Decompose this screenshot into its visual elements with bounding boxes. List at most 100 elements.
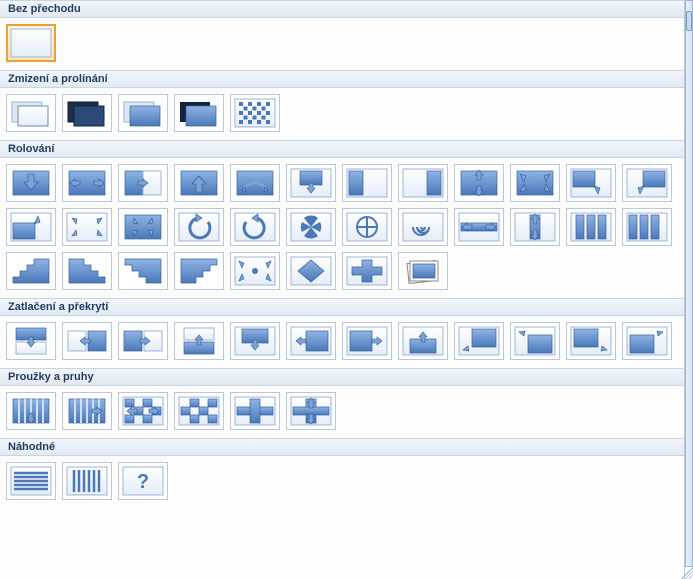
group-header-push: Zatlačení a překrytí	[0, 298, 684, 316]
fade-smooth-icon	[10, 98, 52, 128]
cover-right[interactable]	[342, 322, 392, 360]
cover-ld-icon	[458, 326, 500, 356]
cover-ru[interactable]	[622, 322, 672, 360]
newsflash[interactable]	[398, 252, 448, 290]
group-body-stripes	[0, 386, 684, 438]
bar-vert[interactable]	[510, 208, 560, 246]
group-body-fade	[0, 88, 684, 140]
cover-up[interactable]	[398, 322, 448, 360]
comb-h[interactable]	[118, 392, 168, 430]
wheel-cw[interactable]	[230, 164, 280, 202]
plus[interactable]	[342, 252, 392, 290]
corner-tl[interactable]	[566, 164, 616, 202]
arrows-ud-icon	[458, 168, 500, 198]
vblinds-2[interactable]	[622, 208, 672, 246]
stripes-down[interactable]	[6, 392, 56, 430]
stairs-2-icon	[66, 256, 108, 286]
expand-out-icon	[66, 212, 108, 242]
bar-vert-icon	[514, 212, 556, 242]
transition-gallery: Bez přechodu Zmizení a prolínání Rolování Z…	[0, 0, 685, 579]
group-body-random: ?	[0, 456, 684, 508]
wheel-cw-icon	[234, 168, 276, 198]
group-header-random: Náhodné	[0, 438, 684, 456]
random-bars-h[interactable]	[6, 462, 56, 500]
comb-v-icon	[178, 396, 220, 426]
rotate-left[interactable]	[174, 208, 224, 246]
vblinds-icon	[570, 212, 612, 242]
group-header-fade: Zmizení a prolínání	[0, 70, 684, 88]
rotate-right[interactable]	[230, 208, 280, 246]
svg-text:?: ?	[137, 471, 149, 493]
cut[interactable]	[118, 94, 168, 132]
expand-in[interactable]	[118, 208, 168, 246]
diamond[interactable]	[286, 252, 336, 290]
bar-horiz[interactable]	[454, 208, 504, 246]
slide-right[interactable]	[398, 164, 448, 202]
push-left[interactable]	[62, 322, 112, 360]
spiral[interactable]	[398, 208, 448, 246]
stairs-3[interactable]	[118, 252, 168, 290]
roll-right[interactable]	[118, 164, 168, 202]
box-down[interactable]	[286, 164, 336, 202]
resize-grip[interactable]	[681, 567, 693, 579]
roll-down[interactable]	[6, 164, 56, 202]
roll-lr[interactable]	[62, 164, 112, 202]
arrows-ud[interactable]	[454, 164, 504, 202]
push-down[interactable]	[6, 322, 56, 360]
roll-up[interactable]	[174, 164, 224, 202]
corner-bl[interactable]	[6, 208, 56, 246]
cross-h[interactable]	[230, 392, 280, 430]
corner-bl-icon	[10, 212, 52, 242]
roll-up-icon	[178, 168, 220, 198]
random-bars-v[interactable]	[62, 462, 112, 500]
pinwheel[interactable]	[286, 208, 336, 246]
expand-out[interactable]	[62, 208, 112, 246]
roll-down-icon	[10, 168, 52, 198]
cover-rd[interactable]	[566, 322, 616, 360]
cover-lu[interactable]	[510, 322, 560, 360]
cross-v[interactable]	[286, 392, 336, 430]
stripes-right[interactable]	[62, 392, 112, 430]
comb-v[interactable]	[174, 392, 224, 430]
dissolve[interactable]	[230, 94, 280, 132]
arrows-corners[interactable]	[230, 252, 280, 290]
cover-lu-icon	[514, 326, 556, 356]
group-body-roll	[0, 158, 684, 298]
slide-left[interactable]	[342, 164, 392, 202]
vblinds[interactable]	[566, 208, 616, 246]
dissolve-icon	[234, 98, 276, 128]
bar-horiz-icon	[458, 212, 500, 242]
transition-none[interactable]	[6, 24, 56, 62]
stripes-down-icon	[10, 396, 52, 426]
cut-icon	[122, 98, 164, 128]
diamond-icon	[290, 256, 332, 286]
arrows-diag[interactable]	[510, 164, 560, 202]
pinwheel-icon	[290, 212, 332, 242]
random[interactable]: ?	[118, 462, 168, 500]
rotate-right-icon	[234, 212, 276, 242]
stairs-2[interactable]	[62, 252, 112, 290]
fade-through-black[interactable]	[62, 94, 112, 132]
arrows-diag-icon	[514, 168, 556, 198]
cover-down-icon	[234, 326, 276, 356]
slide-left-icon	[346, 168, 388, 198]
cover-down[interactable]	[230, 322, 280, 360]
push-right[interactable]	[118, 322, 168, 360]
group-header-no_transition: Bez přechodu	[0, 0, 684, 18]
spiral-icon	[402, 212, 444, 242]
cover-left[interactable]	[286, 322, 336, 360]
cover-right-icon	[346, 326, 388, 356]
cover-ld[interactable]	[454, 322, 504, 360]
fade-smooth[interactable]	[6, 94, 56, 132]
push-up[interactable]	[174, 322, 224, 360]
wheel-4[interactable]	[342, 208, 392, 246]
cut-through-black[interactable]	[174, 94, 224, 132]
group-header-stripes: Proužky a pruhy	[0, 368, 684, 386]
cover-ru-icon	[626, 326, 668, 356]
stairs-4[interactable]	[174, 252, 224, 290]
vertical-scrollbar[interactable]	[685, 0, 693, 567]
corner-tr-icon	[626, 168, 668, 198]
stairs-1[interactable]	[6, 252, 56, 290]
group-header-roll: Rolování	[0, 140, 684, 158]
corner-tr[interactable]	[622, 164, 672, 202]
